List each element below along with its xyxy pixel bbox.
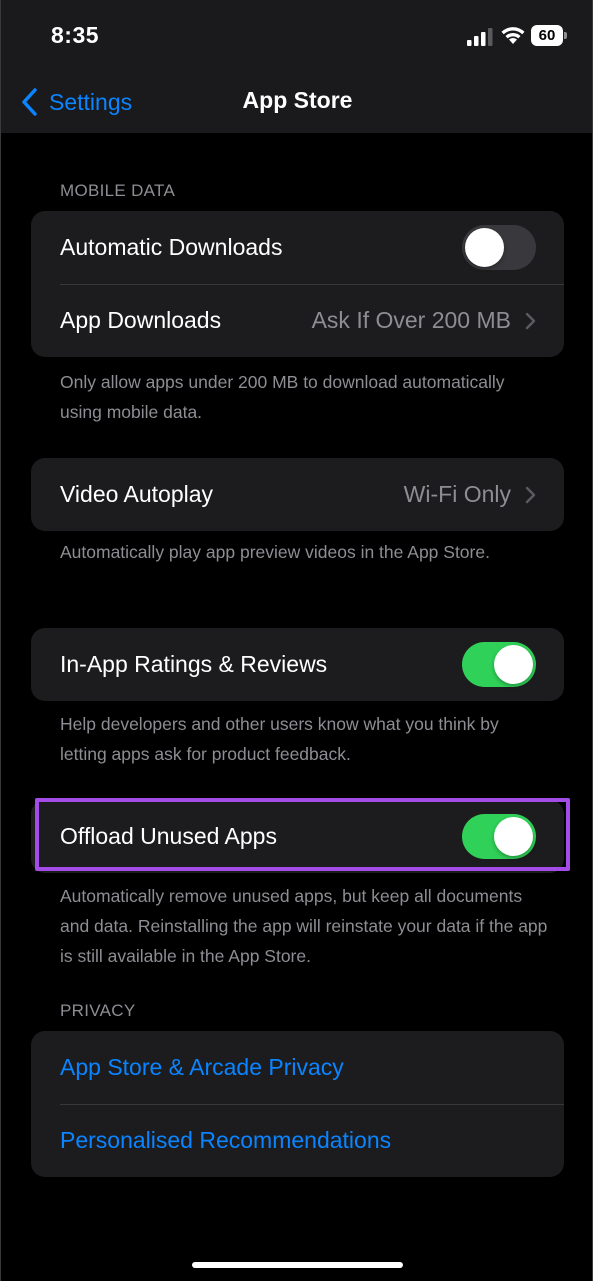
cellular-signal-icon	[467, 28, 493, 46]
section-header-mobile-data: MOBILE DATA	[60, 181, 176, 200]
offload-footer: Automatically remove unused apps, but ke…	[60, 886, 548, 966]
ratings-label: In-App Ratings & Reviews	[60, 651, 328, 677]
video-autoplay-footer: Automatically play app preview videos in…	[60, 542, 490, 562]
automatic-downloads-row: Automatic Downloads	[31, 211, 564, 284]
section-header-privacy: PRIVACY	[60, 1001, 136, 1020]
chevron-right-icon	[525, 486, 536, 503]
offload-row: Offload Unused Apps	[31, 800, 564, 873]
chevron-right-icon	[525, 312, 536, 329]
ratings-group: In-App Ratings & Reviews	[31, 628, 564, 701]
video-autoplay-row[interactable]: Video Autoplay Wi-Fi Only	[31, 458, 564, 531]
video-autoplay-value: Wi-Fi Only	[403, 481, 511, 507]
mobile-data-footer: Only allow apps under 200 MB to download…	[60, 372, 505, 422]
screen: 8:35 60 Settings App Store MOBILE DATA A…	[0, 0, 593, 1281]
video-autoplay-label: Video Autoplay	[60, 481, 214, 507]
privacy-group: App Store & Arcade Privacy Personalised …	[31, 1031, 564, 1177]
ratings-toggle[interactable]	[462, 642, 536, 687]
app-store-arcade-privacy-link[interactable]: App Store & Arcade Privacy	[60, 1054, 536, 1081]
privacy-link-row[interactable]: App Store & Arcade Privacy	[31, 1031, 564, 1104]
toggle-knob	[494, 645, 533, 684]
app-downloads-row[interactable]: App Downloads Ask If Over 200 MB	[31, 284, 564, 357]
privacy-link-row[interactable]: Personalised Recommendations	[31, 1104, 564, 1177]
toggle-knob	[494, 817, 533, 856]
row-divider	[60, 284, 564, 285]
app-downloads-value: Ask If Over 200 MB	[311, 307, 511, 333]
automatic-downloads-toggle[interactable]	[462, 225, 536, 270]
offload-label: Offload Unused Apps	[60, 823, 277, 849]
ratings-row: In-App Ratings & Reviews	[31, 628, 564, 701]
mobile-data-group: Automatic Downloads App Downloads Ask If…	[31, 211, 564, 357]
row-divider	[60, 1104, 564, 1105]
navigation-header: 8:35 60 Settings App Store	[1, 0, 592, 133]
page-title: App Store	[242, 87, 353, 113]
home-indicator[interactable]	[192, 1262, 403, 1268]
wifi-icon	[501, 27, 525, 44]
personalised-recommendations-link[interactable]: Personalised Recommendations	[60, 1127, 536, 1154]
toggle-knob	[465, 228, 504, 267]
ratings-footer: Help developers and other users know wha…	[60, 714, 499, 764]
status-time: 8:35	[51, 22, 100, 48]
app-downloads-label: App Downloads	[60, 307, 222, 333]
automatic-downloads-label: Automatic Downloads	[60, 234, 283, 260]
offload-group: Offload Unused Apps	[31, 800, 564, 873]
battery-level: 60	[531, 25, 563, 46]
battery-icon: 60	[531, 25, 567, 46]
offload-toggle[interactable]	[462, 814, 536, 859]
video-autoplay-group: Video Autoplay Wi-Fi Only	[31, 458, 564, 531]
